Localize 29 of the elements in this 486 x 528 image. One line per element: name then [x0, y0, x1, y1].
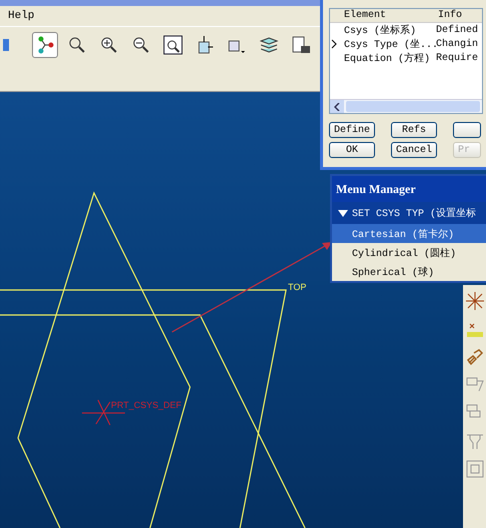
menu-section[interactable]: SET CSYS TYP (设置坐标	[332, 202, 486, 224]
dialog-button[interactable]: OK	[329, 142, 375, 158]
table-cell[interactable]: Defined	[436, 24, 482, 36]
menu-item[interactable]: Help	[6, 10, 36, 22]
zoom-out-icon[interactable]	[131, 34, 151, 54]
column-header: Element	[343, 9, 388, 23]
table-cell[interactable]: Require	[436, 52, 482, 64]
table-cell[interactable]: Equation (方程)	[344, 51, 436, 65]
column-header: Info	[437, 9, 464, 23]
zoom-in-icon[interactable]	[99, 34, 119, 54]
menu-option[interactable]: Cartesian (笛卡尔)	[332, 224, 486, 243]
csys-label: PRT_CSYS_DEF	[111, 400, 182, 410]
table-cell[interactable]: Csys (坐标系)	[344, 23, 436, 37]
zoom-window-icon[interactable]	[163, 34, 183, 54]
table-cell[interactable]: Csys Type (坐...	[344, 37, 436, 51]
dialog-button[interactable]: Refs	[391, 122, 437, 138]
csys-axes-icon[interactable]	[464, 291, 484, 311]
triangle-down-icon	[338, 210, 348, 216]
dialog-button[interactable]	[453, 122, 481, 138]
zoom-refit-icon[interactable]	[67, 34, 87, 54]
plane-label: TOP	[288, 282, 306, 292]
dialog-button[interactable]: Cancel	[391, 142, 437, 158]
scroll-left-icon[interactable]	[330, 100, 344, 113]
section-label: SET CSYS TYP (设置坐标	[352, 206, 476, 220]
dialog-button[interactable]: Define	[329, 122, 375, 138]
menu-manager-title: Menu Manager	[332, 176, 486, 202]
layers-icon[interactable]	[259, 34, 279, 54]
table-cell[interactable]: Changin	[436, 38, 482, 50]
scroll-thumb[interactable]	[346, 101, 480, 112]
